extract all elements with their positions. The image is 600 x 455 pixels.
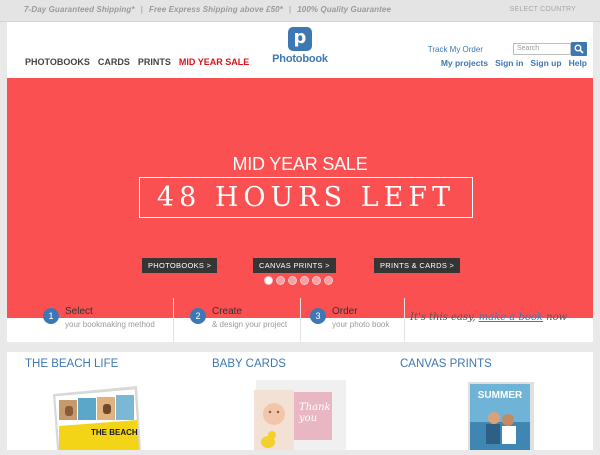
step-title: Create bbox=[212, 306, 243, 317]
sign-in-link[interactable]: Sign in bbox=[495, 58, 523, 68]
nav-cards[interactable]: CARDS bbox=[98, 57, 130, 67]
promo-shipping: 7-Day Guaranteed Shipping* bbox=[24, 5, 135, 14]
track-order-link[interactable]: Track My Order bbox=[428, 45, 483, 54]
canvas-cover-text: SUMMER bbox=[477, 390, 523, 401]
photobook-logo[interactable]: p Photobook bbox=[269, 27, 331, 69]
tagline: It's this easy, make a book now bbox=[410, 312, 567, 323]
product-title-beach[interactable]: THE BEACH LIFE bbox=[25, 358, 118, 370]
carousel-dots bbox=[264, 276, 333, 285]
promo-separator: | bbox=[288, 5, 292, 14]
help-link[interactable]: Help bbox=[569, 58, 587, 68]
select-country-link[interactable]: SELECT COUNTRY bbox=[510, 6, 576, 13]
beach-photobook-image[interactable]: THE BEACH bbox=[51, 382, 147, 455]
carousel-dot[interactable] bbox=[312, 276, 321, 285]
carousel-dot[interactable] bbox=[300, 276, 309, 285]
product-showcase: THE BEACH LIFE BABY CARDS CANVAS PRINTS … bbox=[7, 352, 593, 451]
nav-mid-year-sale[interactable]: MID YEAR SALE bbox=[179, 57, 249, 67]
step-subtitle: & design your project bbox=[212, 320, 288, 329]
how-it-works-steps: 1 Select your bookmaking method 2 Create… bbox=[7, 298, 593, 342]
baby-card-text: Thank you bbox=[299, 402, 331, 424]
nav-prints[interactable]: PRINTS bbox=[138, 57, 171, 67]
hero-kicker: MID YEAR SALE bbox=[232, 154, 368, 174]
account-links: My projects Sign in Sign up Help bbox=[441, 58, 587, 68]
logo-badge-icon: p bbox=[288, 27, 312, 51]
promo-bar: 7-Day Guaranteed Shipping* | Free Express … bbox=[0, 0, 600, 22]
baby-cards-image[interactable]: Thank you bbox=[250, 380, 350, 455]
carousel-dot[interactable] bbox=[276, 276, 285, 285]
step-create: 2 Create & design your project bbox=[174, 298, 301, 342]
search-button[interactable] bbox=[571, 42, 587, 56]
page: PHOTOBOOKS CARDS PRINTS MID YEAR SALE p … bbox=[7, 22, 593, 451]
step-title: Select bbox=[65, 306, 93, 317]
beach-cover-text: THE BEACH bbox=[91, 428, 138, 437]
step-subtitle: your photo book bbox=[332, 320, 390, 329]
promo-express: Free Express Shipping above £50* bbox=[148, 5, 283, 14]
carousel-dot[interactable] bbox=[288, 276, 297, 285]
hero-headline: 48 HOURS LEFT bbox=[139, 177, 473, 218]
sign-up-link[interactable]: Sign up bbox=[530, 58, 561, 68]
nav-photobooks[interactable]: PHOTOBOOKS bbox=[25, 57, 90, 67]
product-title-baby-cards[interactable]: BABY CARDS bbox=[212, 358, 286, 370]
carousel-dot[interactable] bbox=[324, 276, 333, 285]
product-title-canvas[interactable]: CANVAS PRINTS bbox=[400, 358, 492, 370]
step-number: 2 bbox=[190, 308, 206, 324]
promo-list: 7-Day Guaranteed Shipping* | Free Express … bbox=[24, 5, 391, 14]
section-divider bbox=[7, 342, 593, 352]
search-input[interactable]: Search bbox=[513, 43, 571, 55]
carousel-dot[interactable] bbox=[264, 276, 273, 285]
account-area: Track My Order Search My projects Sign i… bbox=[417, 42, 587, 68]
canvas-print-image[interactable]: SUMMER bbox=[468, 382, 538, 455]
hero-canvas-prints-button[interactable]: CANVAS PRINTS > bbox=[253, 258, 336, 273]
step-order: 3 Order your photo book bbox=[301, 298, 405, 342]
hero-photobooks-button[interactable]: PHOTOBOOKS > bbox=[142, 258, 218, 273]
hero-prints-cards-button[interactable]: PRINTS & CARDS > bbox=[374, 258, 461, 273]
my-projects-link[interactable]: My projects bbox=[441, 58, 488, 68]
search-icon bbox=[574, 44, 584, 54]
main-nav: PHOTOBOOKS CARDS PRINTS MID YEAR SALE bbox=[25, 57, 249, 67]
step-select: 1 Select your bookmaking method bbox=[7, 298, 174, 342]
hero-banner[interactable]: MID YEAR SALE 48 HOURS LEFT PHOTOBOOKS >… bbox=[7, 78, 593, 318]
step-subtitle: your bookmaking method bbox=[65, 320, 155, 329]
tagline-lead: It's this easy, bbox=[410, 312, 476, 323]
tagline-tail: now bbox=[546, 312, 568, 323]
step-number: 3 bbox=[310, 308, 326, 324]
site-header: PHOTOBOOKS CARDS PRINTS MID YEAR SALE p … bbox=[7, 22, 593, 72]
promo-quality: 100% Quality Guarantee bbox=[297, 5, 392, 14]
make-a-book-link[interactable]: make a book bbox=[479, 312, 543, 323]
step-title: Order bbox=[332, 306, 358, 317]
step-number: 1 bbox=[43, 308, 59, 324]
logo-wordmark: Photobook bbox=[272, 53, 328, 65]
promo-separator: | bbox=[140, 5, 143, 14]
